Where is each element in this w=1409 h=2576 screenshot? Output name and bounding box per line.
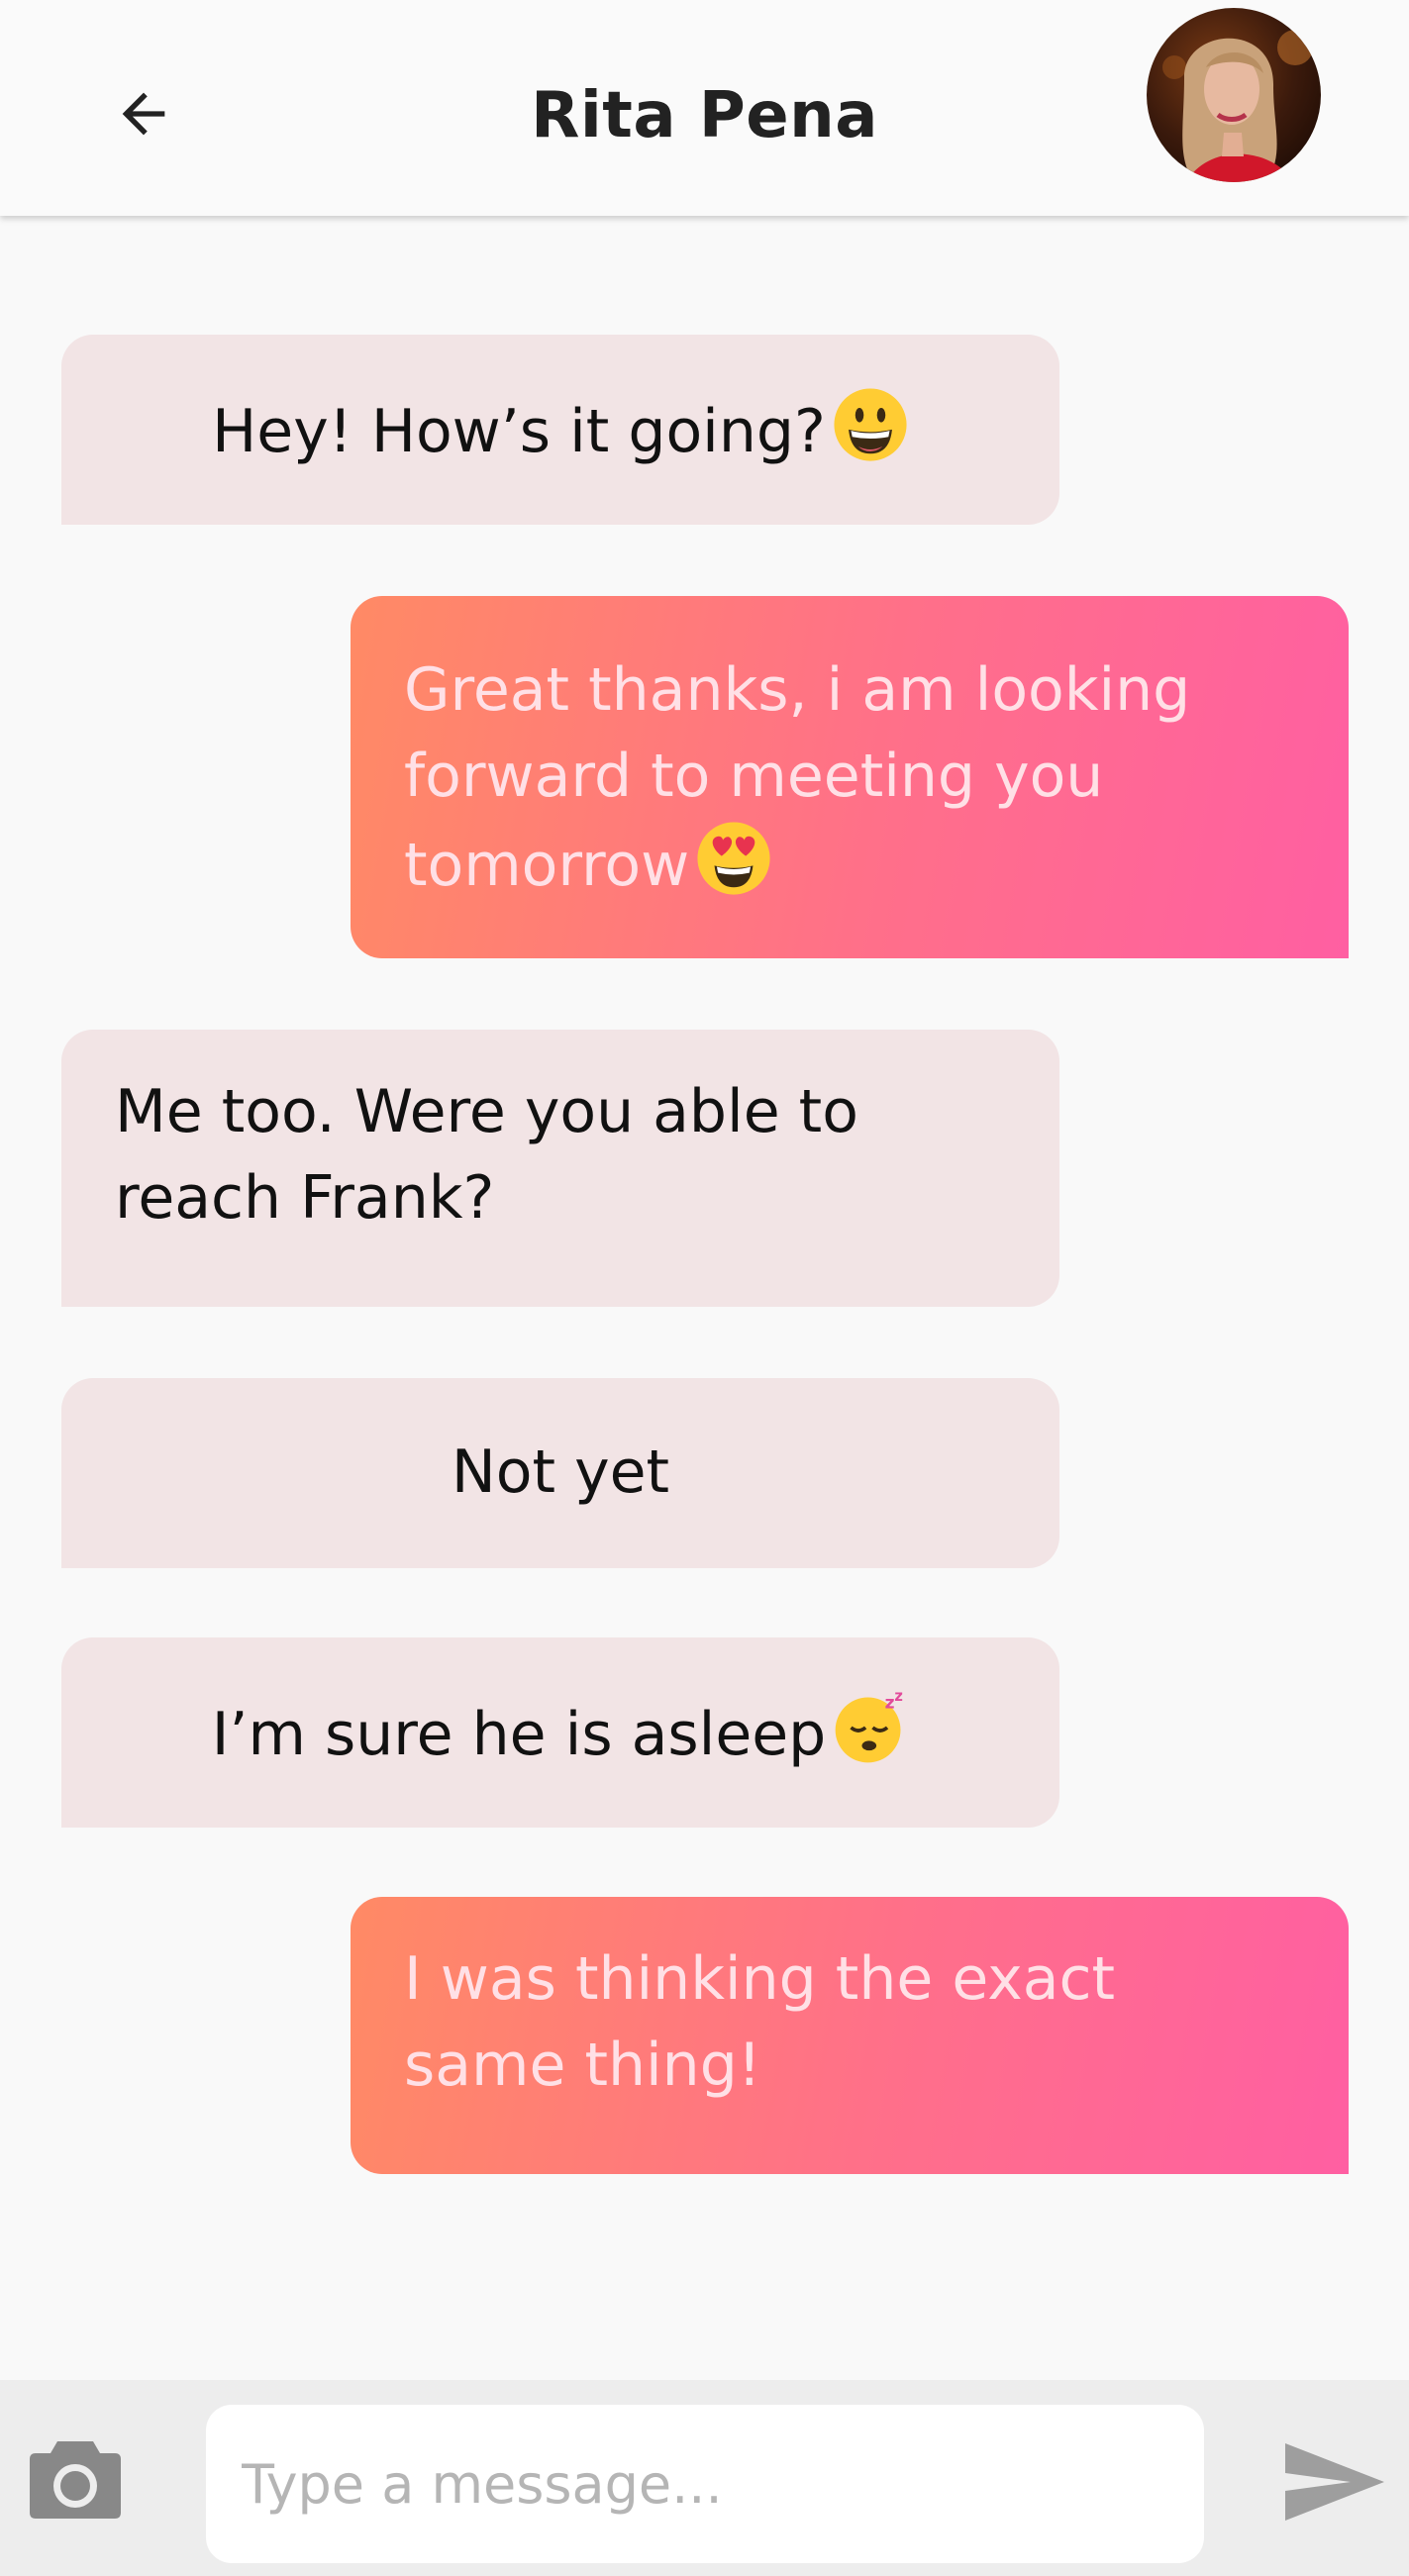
avatar-image [1147,8,1321,182]
message-text: I was thinking the exact same thing! [404,1944,1115,2100]
message-composer [0,2380,1409,2576]
message-bubble-incoming: Hey! How’s it going? [61,335,1059,525]
message-bubble-incoming: Me too. Were you able to reach Frank? [61,1030,1059,1307]
avatar[interactable] [1147,8,1321,182]
sleeping-face-emoji-icon: z z [835,1689,904,1763]
heart-eyes-emoji-icon [697,822,770,895]
message-text: Hey! How’s it going? [212,397,826,466]
message-input[interactable] [206,2405,1204,2563]
message-bubble-outgoing: I was thinking the exact same thing! [351,1897,1349,2174]
camera-icon [30,2441,121,2519]
message-bubble-incoming: I’m sure he is asleep z z [61,1637,1059,1828]
grinning-face-emoji-icon [834,388,907,461]
message-text: Me too. Were you able to reach Frank? [115,1077,858,1233]
message-text: I’m sure he is asleep [211,1700,827,1769]
send-icon [1285,2443,1384,2521]
message-bubble-incoming: Not yet [61,1378,1059,1568]
message-list[interactable]: Hey! How’s it going? Great thanks, i am … [0,216,1409,2380]
chat-header: Rita Pena [0,0,1409,216]
message-text: Not yet [451,1437,670,1507]
message-text: Great thanks, i am looking forward to me… [404,655,1191,900]
camera-button[interactable] [26,2433,125,2523]
send-button[interactable] [1283,2439,1386,2525]
svg-text:z: z [895,1689,904,1705]
message-bubble-outgoing: Great thanks, i am looking forward to me… [351,596,1349,958]
svg-text:z: z [885,1694,895,1714]
